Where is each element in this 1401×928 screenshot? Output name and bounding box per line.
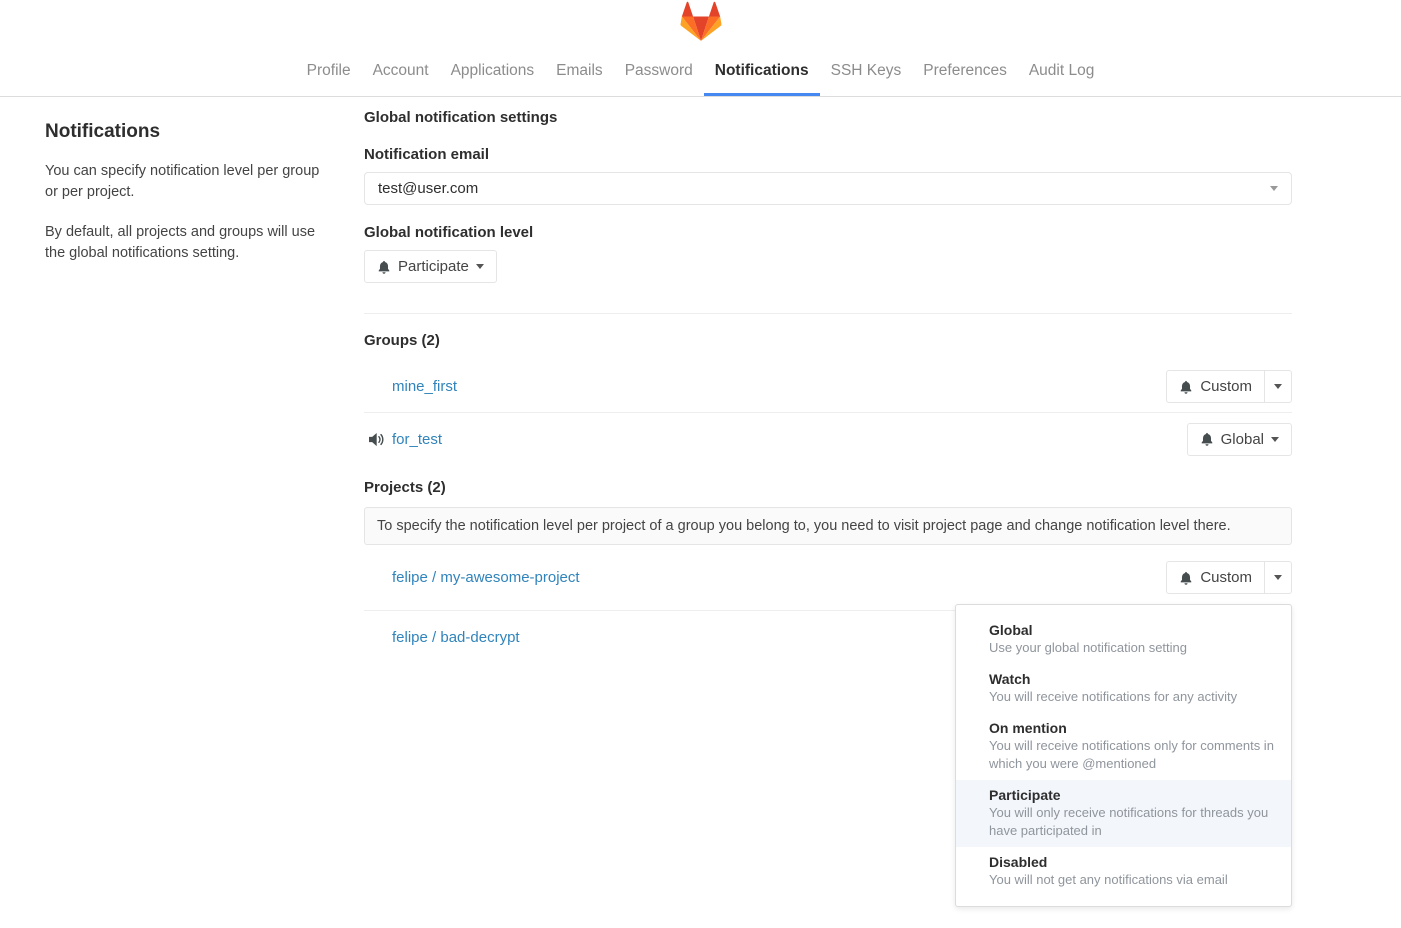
menu-item-title: Global — [989, 621, 1283, 639]
page-title: Notifications — [45, 121, 331, 143]
tab-ssh-keys[interactable]: SSH Keys — [820, 50, 913, 96]
menu-item-title: Watch — [989, 670, 1283, 688]
menu-item-title: Disabled — [989, 853, 1283, 871]
tab-password[interactable]: Password — [614, 50, 704, 96]
tab-profile[interactable]: Profile — [296, 50, 362, 96]
project-link-my-awesome-project[interactable]: felipe / my-awesome-project — [392, 569, 580, 586]
project-link-bad-decrypt[interactable]: felipe / bad-decrypt — [392, 629, 520, 646]
group-level-button-for-test[interactable]: Global — [1187, 423, 1292, 456]
project-level-caret-button-my-awesome-project[interactable] — [1265, 561, 1292, 594]
project-row-my-awesome-project: felipe / my-awesome-project Custom — [364, 545, 1292, 611]
bell-icon — [377, 260, 391, 274]
bell-icon — [1200, 432, 1214, 446]
group-row-for-test: for_test Global — [364, 413, 1292, 465]
group-level-split-button: Custom — [1166, 370, 1292, 403]
notifications-content: Global notification settings Notificatio… — [364, 97, 1292, 663]
gitlab-logo-icon[interactable] — [678, 1, 724, 43]
group-level-caret-button-mine-first[interactable] — [1265, 370, 1292, 403]
project-level-value: Custom — [1200, 569, 1252, 586]
group-level-button-mine-first[interactable]: Custom — [1166, 370, 1265, 403]
chevron-down-icon — [1271, 437, 1279, 442]
tab-audit-log[interactable]: Audit Log — [1018, 50, 1106, 96]
menu-item-description: You will receive notifications only for … — [989, 737, 1283, 773]
notification-level-menu: Global Use your global notification sett… — [955, 604, 1292, 907]
group-level-value: Custom — [1200, 378, 1252, 395]
menu-item-watch[interactable]: Watch You will receive notifications for… — [956, 664, 1291, 713]
sidebar-description-1: You can specify notification level per g… — [45, 161, 331, 203]
profile-settings-nav: Profile Account Applications Emails Pass… — [0, 50, 1401, 96]
menu-item-description: You will not get any notifications via e… — [989, 871, 1283, 889]
global-level-label: Global notification level — [364, 224, 1292, 241]
bell-icon — [1179, 380, 1193, 394]
sidebar-description-2: By default, all projects and groups will… — [45, 222, 331, 264]
project-level-button-my-awesome-project[interactable]: Custom — [1166, 561, 1265, 594]
menu-item-description: You will only receive notifications for … — [989, 804, 1283, 840]
group-level-value: Global — [1221, 431, 1264, 448]
tab-notifications[interactable]: Notifications — [704, 50, 820, 96]
chevron-down-icon — [476, 264, 484, 269]
tab-applications[interactable]: Applications — [440, 50, 546, 96]
tab-account[interactable]: Account — [362, 50, 440, 96]
menu-item-description: You will receive notifications for any a… — [989, 688, 1283, 706]
menu-item-description: Use your global notification setting — [989, 639, 1283, 657]
menu-item-global[interactable]: Global Use your global notification sett… — [956, 615, 1291, 664]
volume-up-icon — [368, 432, 392, 447]
group-link-mine-first[interactable]: mine_first — [392, 378, 457, 395]
global-settings-heading: Global notification settings — [364, 109, 1292, 126]
menu-item-title: Participate — [989, 786, 1283, 804]
menu-item-participate[interactable]: Participate You will only receive notifi… — [956, 780, 1291, 847]
projects-note: To specify the notification level per pr… — [364, 507, 1292, 545]
notifications-sidebar: Notifications You can specify notificati… — [0, 97, 364, 663]
project-level-split-button: Custom — [1166, 561, 1292, 594]
group-link-for-test[interactable]: for_test — [392, 431, 442, 448]
projects-heading: Projects (2) — [364, 479, 1292, 496]
notification-email-value: test@user.com — [378, 180, 478, 197]
groups-heading: Groups (2) — [364, 332, 1292, 349]
tab-emails[interactable]: Emails — [545, 50, 614, 96]
menu-item-on-mention[interactable]: On mention You will receive notification… — [956, 713, 1291, 780]
group-row-mine-first: mine_first Custom — [364, 361, 1292, 413]
global-level-value: Participate — [398, 258, 469, 275]
tab-preferences[interactable]: Preferences — [912, 50, 1018, 96]
menu-item-title: On mention — [989, 719, 1283, 737]
profile-settings-header: Profile Account Applications Emails Pass… — [0, 0, 1401, 97]
chevron-down-icon — [1274, 384, 1282, 389]
notification-email-label: Notification email — [364, 146, 1292, 163]
menu-item-disabled[interactable]: Disabled You will not get any notificati… — [956, 847, 1291, 896]
bell-icon — [1179, 571, 1193, 585]
global-level-button[interactable]: Participate — [364, 250, 497, 283]
section-divider — [364, 313, 1292, 314]
notification-email-select[interactable]: test@user.com — [364, 172, 1292, 205]
chevron-down-icon — [1274, 575, 1282, 580]
select-caret-icon — [1270, 186, 1278, 191]
